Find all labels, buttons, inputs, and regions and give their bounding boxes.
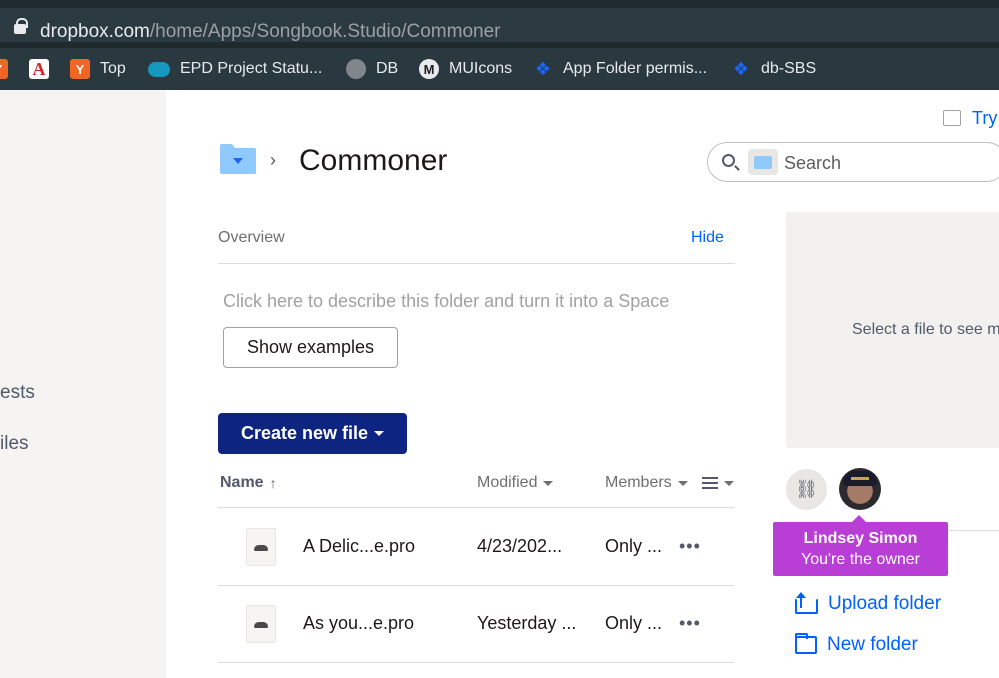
owner-tooltip: Lindsey Simon You're the owner — [773, 515, 948, 576]
new-folder-button[interactable]: New folder — [795, 633, 918, 656]
bookmark-epd[interactable]: EPD Project Statu... — [148, 48, 322, 90]
dropbox-icon: ❖ — [534, 58, 552, 79]
file-modified: Yesterday ... — [477, 613, 577, 633]
bookmark-label: db-SBS — [761, 60, 817, 77]
owner-name: Lindsey Simon — [803, 530, 918, 547]
link-icon: ⛓ — [795, 479, 818, 499]
file-icon — [246, 528, 276, 566]
more-options-icon[interactable]: ••• — [679, 613, 701, 634]
overview-label: Overview — [218, 229, 285, 246]
divider — [948, 530, 999, 531]
folder-scope-icon[interactable] — [748, 149, 778, 175]
column-header-label: Modified — [477, 474, 538, 491]
column-header-name[interactable]: Name ↑ — [220, 474, 277, 492]
bookmark-label: MUIcons — [449, 60, 513, 77]
bookmark-label: DB — [376, 60, 399, 77]
create-button-label: Create new file — [240, 423, 369, 443]
sidebar-item-files[interactable]: iles — [0, 433, 29, 455]
avatar[interactable] — [839, 468, 881, 510]
search-placeholder: Search — [784, 153, 842, 173]
file-members: Only ... — [605, 536, 663, 556]
file-modified: 4/23/202... — [477, 536, 563, 556]
adobe-icon: A — [29, 59, 49, 79]
page-title: Commoner — [299, 144, 448, 177]
bookmark-label: EPD Project Statu... — [180, 60, 323, 77]
browser-url-bar: dropbox.com/home/Apps/Songbook.Studio/Co… — [0, 0, 999, 48]
caret-down-icon — [543, 480, 554, 486]
hide-link[interactable]: Hide — [691, 229, 724, 247]
table-row[interactable]: As you...e.pro Yesterday ... Only ... ••… — [218, 585, 734, 662]
try-link[interactable]: Try — [972, 108, 997, 129]
briefcase-icon[interactable] — [943, 110, 961, 126]
folder-icon[interactable] — [219, 143, 257, 175]
folder-description-prompt[interactable]: Click here to describe this folder and t… — [223, 291, 669, 312]
more-options-icon[interactable]: ••• — [679, 536, 701, 557]
divider — [218, 662, 734, 663]
show-examples-button[interactable]: Show examples — [223, 327, 398, 368]
upload-folder-button[interactable]: Upload folder — [795, 592, 942, 615]
globe-icon — [346, 59, 366, 79]
divider — [218, 263, 735, 264]
table-row[interactable]: A Delic...e.pro 4/23/202... Only ... ••• — [218, 508, 734, 585]
action-label: Upload folder — [828, 593, 942, 614]
upload-folder-icon — [795, 592, 818, 614]
dropbox-icon: ❖ — [732, 58, 750, 79]
search-icon — [722, 154, 735, 167]
url-path: /home/Apps/Songbook.Studio/Commoner — [149, 21, 501, 42]
share-link-button[interactable]: ⛓ — [786, 469, 827, 510]
caret-down-icon[interactable] — [723, 480, 734, 486]
lock-icon — [14, 18, 28, 34]
url-text[interactable]: dropbox.com/home/Apps/Songbook.Studio/Co… — [40, 21, 501, 43]
yc-icon: Y — [0, 59, 8, 79]
create-new-file-button[interactable]: Create new file — [218, 413, 407, 454]
yc-icon: Y — [70, 59, 90, 79]
search-input[interactable]: Search — [707, 142, 999, 182]
bookmark-top[interactable]: Y Top — [70, 48, 126, 90]
sidebar-item-requests[interactable]: ests — [0, 382, 35, 404]
bookmark-db[interactable]: DB — [346, 48, 398, 90]
bookmark-label: App Folder permis... — [563, 60, 708, 77]
owner-role: You're the owner — [801, 551, 920, 568]
address-field[interactable]: dropbox.com/home/Apps/Songbook.Studio/Co… — [0, 8, 999, 42]
bookmark-db-sbs[interactable]: ❖ db-SBS — [731, 48, 816, 90]
column-header-members[interactable]: Members — [605, 474, 734, 492]
salesforce-icon — [148, 61, 170, 77]
bookmark-muicons[interactable]: M MUIcons — [419, 48, 512, 90]
column-header-modified[interactable]: Modified — [477, 474, 554, 492]
column-header-label: Name — [220, 474, 264, 491]
chevron-right-icon: › — [270, 150, 276, 170]
action-label: New folder — [827, 634, 918, 655]
mui-icon: M — [419, 59, 439, 79]
file-members: Only ... — [605, 613, 663, 633]
sort-ascending-icon: ↑ — [269, 475, 277, 491]
file-name[interactable]: A Delic...e.pro — [303, 536, 415, 557]
bookmark-app-folder[interactable]: ❖ App Folder permis... — [533, 48, 707, 90]
bookmark-adobe[interactable]: A — [29, 48, 49, 90]
url-host: dropbox.com — [40, 21, 150, 42]
column-header-label: Members — [605, 474, 672, 491]
list-view-icon[interactable] — [701, 477, 718, 489]
new-folder-icon — [795, 633, 817, 654]
file-icon — [246, 605, 276, 643]
left-sidebar: ests iles — [0, 90, 166, 678]
bookmarks-bar: Y A Y Top EPD Project Statu... DB M MUIc… — [0, 48, 999, 90]
bookmark-yc[interactable]: Y — [0, 48, 8, 90]
caret-down-icon — [374, 431, 385, 436]
caret-down-icon — [677, 480, 688, 486]
bookmark-label: Top — [100, 60, 126, 77]
file-name[interactable]: As you...e.pro — [303, 613, 414, 634]
preview-placeholder: Select a file to see m — [852, 321, 999, 338]
